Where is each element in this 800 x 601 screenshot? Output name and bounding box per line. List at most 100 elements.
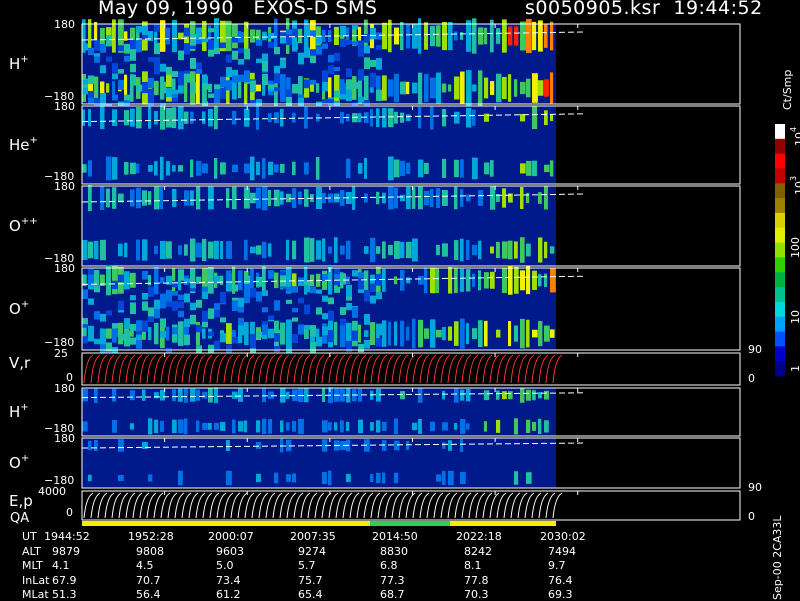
ephemeris-cell: 65.4 <box>298 588 323 601</box>
ephemeris-cell: 1944:52 <box>44 530 90 543</box>
colorbar-segment <box>775 242 785 258</box>
ephemeris-cell: 67.9 <box>52 573 77 587</box>
vr-right-top: 90 <box>748 343 762 356</box>
ephemeris-cell: 2014:50 <box>372 530 418 543</box>
colorbar-segment <box>775 316 785 333</box>
vr-right-bottom: 0 <box>748 372 755 385</box>
he-plus-charge: + <box>29 135 38 146</box>
colorbar-tick-value: 10 <box>793 181 800 195</box>
vr-label: V,r <box>9 353 30 372</box>
ep-ion: E,p <box>9 492 33 510</box>
colorbar-segment <box>775 361 785 377</box>
colorbar-segment <box>775 183 785 199</box>
ephemeris-cell: 9274 <box>298 544 326 558</box>
colorbar-tick: 104 <box>789 127 800 146</box>
ep-label: E,p <box>9 491 33 510</box>
h-plus-2-label: H+ <box>9 402 29 421</box>
colorbar-segment <box>775 301 785 318</box>
ephemeris-cell: 77.3 <box>380 573 405 587</box>
colorbar-segment <box>775 346 785 362</box>
colorbar-segment <box>775 198 785 214</box>
o-plusplus-charge: ++ <box>20 216 38 227</box>
o-plus-label: O+ <box>9 299 29 318</box>
ephemeris-row-label: InLat <box>22 573 50 587</box>
colorbar-segment <box>775 257 785 273</box>
ephemeris-cell: 8830 <box>380 544 408 558</box>
ephemeris-cell: 68.7 <box>380 588 405 601</box>
colorbar-tick-value: 10 <box>793 132 800 146</box>
ephemeris-cell: 73.4 <box>216 573 241 587</box>
ephemeris-cell: 70.7 <box>136 573 161 587</box>
ephemeris-cell: 56.4 <box>136 588 161 601</box>
he-plus-ymax: 180 <box>54 100 75 113</box>
ephemeris-cell: 5.0 <box>216 559 234 572</box>
ephemeris-cell: 2022:18 <box>456 530 502 543</box>
ephemeris-cell: 77.8 <box>464 573 489 587</box>
ep-ymin: 0 <box>66 506 73 519</box>
ephemeris-cell: 5.7 <box>298 559 316 572</box>
colorbar-segment <box>775 227 785 244</box>
ep-right-top: 90 <box>748 481 762 494</box>
ephemeris-cell: 2000:07 <box>208 530 254 543</box>
h-plus-2-ymax: 180 <box>54 382 75 395</box>
colorbar-segment <box>775 153 785 169</box>
he-plus-label: He+ <box>9 135 38 154</box>
colorbar-unit: Ct/Smp <box>781 69 794 110</box>
h-plus-ion: H <box>9 55 21 73</box>
o-plusplus-ymax: 180 <box>54 180 75 193</box>
ephemeris-cell: 1952:28 <box>128 530 174 543</box>
colorbar-tick-value: 10 <box>789 310 800 324</box>
ephemeris-row-label: MLT <box>22 559 43 572</box>
colorbar-tick-exponent: 4 <box>789 126 798 132</box>
o-plus-2-ion: O <box>9 454 21 472</box>
ephemeris-cell: 51.3 <box>52 588 77 601</box>
ephemeris-cell: 4.1 <box>52 559 70 572</box>
colorbar-segment <box>775 331 785 347</box>
ep-ymax: 4000 <box>38 485 66 498</box>
o-plusplus-ion: O <box>9 217 21 235</box>
ephemeris-cell: 75.7 <box>298 573 323 587</box>
colorbar-segment <box>775 138 785 155</box>
ephemeris-cell: 7494 <box>548 544 576 558</box>
o-plusplus-label: O++ <box>9 216 38 235</box>
ep-right-bottom: 0 <box>748 510 755 523</box>
qa-label: QA <box>10 511 30 526</box>
ephemeris-cell: 76.4 <box>548 573 573 587</box>
footer-vertical-text: Sep-00 2CA33L <box>771 515 784 600</box>
ephemeris-cell: 9879 <box>52 544 80 558</box>
ephemeris-cell: 2007:35 <box>290 530 336 543</box>
vr-ymax: 25 <box>54 347 68 360</box>
ephemeris-cell: 69.3 <box>548 588 573 601</box>
o-plus-2-ymax: 180 <box>54 432 75 445</box>
ephemeris-row-label: UT <box>22 530 37 543</box>
o-plus-charge: + <box>20 299 30 310</box>
ephemeris-cell: 8.1 <box>464 559 482 572</box>
colorbar-segment <box>775 168 785 184</box>
colorbar-tick: 1 <box>789 365 800 372</box>
colorbar-segment <box>775 124 785 140</box>
qa-bar <box>82 521 556 526</box>
o-plus-2-label: O+ <box>9 453 29 472</box>
ephemeris-cell: 9808 <box>136 544 164 558</box>
colorbar-segment <box>775 287 785 303</box>
vr-ion: V,r <box>9 354 31 372</box>
colorbar-tick: 100 <box>789 237 800 258</box>
colorbar-segment <box>775 212 785 229</box>
ephemeris-cell: 8242 <box>464 544 492 558</box>
ephemeris-cell: 2030:02 <box>540 530 586 543</box>
o-plus-ion: O <box>9 300 21 318</box>
ephemeris-cell: 61.2 <box>216 588 241 601</box>
colorbar-tick-exponent: 3 <box>789 175 798 181</box>
o-plus-2-charge: + <box>20 453 30 464</box>
ephemeris-cell: 4.5 <box>136 559 154 572</box>
o-plus-ymax: 180 <box>54 262 75 275</box>
h-plus-2-charge: + <box>20 402 29 413</box>
colorbar-tick: 10 <box>789 310 800 324</box>
ephemeris-row-label: ALT <box>22 544 41 558</box>
ephemeris-cell: 6.8 <box>380 559 398 572</box>
ephemeris-cell: 9.7 <box>548 559 566 572</box>
ephemeris-cell: 70.3 <box>464 588 489 601</box>
spectrogram-chart <box>81 18 785 526</box>
h-plus-charge: + <box>20 54 29 65</box>
colorbar-tick-value: 1 <box>789 365 800 372</box>
